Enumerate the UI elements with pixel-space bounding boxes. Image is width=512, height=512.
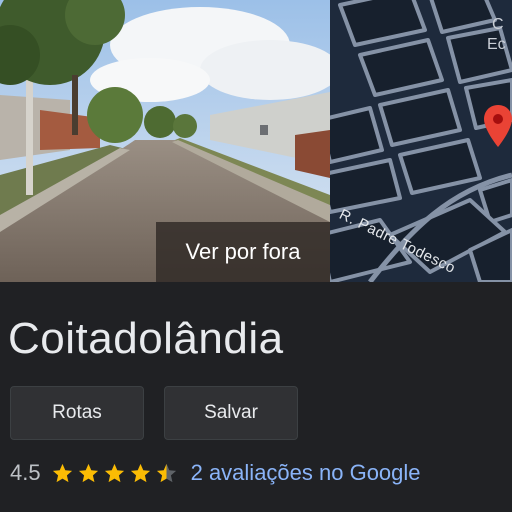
map-label-top: C [492, 16, 504, 33]
star-full-icon [78, 463, 98, 482]
location-pin-icon [484, 105, 512, 147]
reviews-link[interactable]: 2 avaliações no Google [191, 460, 421, 486]
place-title: Coitadolândia [8, 314, 284, 363]
map-label-second: Ec [487, 36, 506, 53]
rating-value: 4.5 [10, 460, 41, 485]
star-full-icon [130, 463, 150, 482]
rating-row: 4.5 2 avaliações no Google [10, 457, 421, 489]
star-full-icon [52, 463, 72, 482]
place-media: Ver por fora C Ec R. Padre Todesco [0, 0, 512, 282]
directions-button[interactable]: Rotas [10, 386, 144, 440]
rating-stars [51, 462, 181, 485]
street-view-photo[interactable]: Ver por fora [0, 0, 330, 282]
star-full-icon [104, 463, 124, 482]
save-button[interactable]: Salvar [164, 386, 298, 440]
star-half-icon [156, 463, 176, 482]
view-outside-label[interactable]: Ver por fora [156, 222, 330, 282]
map-preview[interactable]: C Ec R. Padre Todesco [330, 0, 512, 282]
